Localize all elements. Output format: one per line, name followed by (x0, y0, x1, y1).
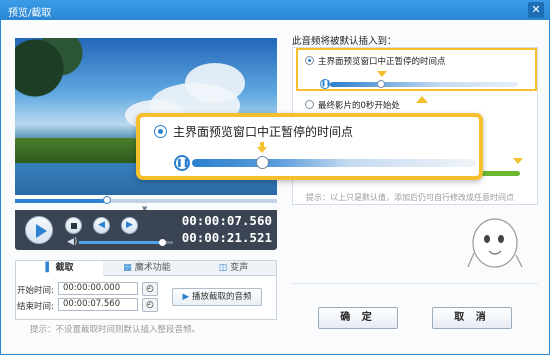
play-clip-label: 播放截取的音频 (192, 292, 252, 302)
seek-bar-thumb[interactable] (102, 196, 111, 204)
preview-tree (15, 38, 85, 138)
pause-point-track (330, 82, 518, 87)
zoom-callout: 主界面预览窗口中正暂停的时间点 ❚❚ (136, 113, 483, 180)
radio-selected[interactable] (305, 56, 314, 65)
end-time-field[interactable]: 00:00:07.560 (58, 298, 138, 311)
magic-icon: ▦ (123, 263, 132, 273)
clip-hint: 提示：不设置截取时间则默认插入整段音频。 (30, 325, 201, 335)
start-time-field[interactable]: 00:00:00.000 (58, 282, 138, 295)
pause-icon: ❚❚ (320, 79, 332, 89)
total-time: 00:00:21.521 (181, 230, 272, 245)
stop-button[interactable] (65, 217, 82, 234)
clock-icon[interactable]: ◴ (142, 298, 158, 312)
arrow-down-icon (257, 142, 267, 154)
play-button[interactable] (25, 216, 53, 244)
arrow-down-icon (513, 158, 523, 164)
volume-thumb[interactable] (158, 239, 166, 246)
cancel-button[interactable]: 取 消 (432, 307, 512, 329)
previous-frame-button[interactable]: ◀ (93, 217, 110, 234)
clock-icon[interactable]: ◴ (142, 282, 158, 296)
insert-hint: 提示：以上只是默认值，添加后仍可自行修改成任意时间点 (306, 193, 514, 202)
volume-slider[interactable] (79, 239, 173, 246)
time-display: 00:00:07.560 00:00:21.521 (178, 212, 274, 248)
rewind-icon: ◀ (98, 220, 105, 230)
ok-button[interactable]: 确 定 (318, 307, 398, 329)
arrow-down-icon (377, 71, 387, 77)
scissors-icon: ▌ (45, 263, 53, 273)
pause-icon: ❚❚ (174, 155, 190, 171)
play-clip-button[interactable]: ▶ 播放截取的音频 (172, 288, 262, 306)
radio-unselected[interactable] (305, 100, 314, 109)
end-time-label: 结束时间: (17, 302, 54, 312)
mascot-icon (467, 218, 523, 268)
radio-selected (154, 125, 167, 138)
insert-title: 此音频将被默认插入到： (292, 36, 397, 47)
preview-cloud (185, 63, 245, 103)
current-time: 00:00:07.560 (181, 213, 272, 228)
volume-fill (79, 241, 162, 244)
pause-point-thumb (377, 80, 385, 88)
arrow-up-icon (416, 96, 428, 103)
tab-voice[interactable]: ◫ 变声 (191, 261, 276, 276)
play-icon: ▶ (182, 292, 190, 302)
seek-bar-fill (15, 199, 107, 203)
tab-label: 变声 (230, 263, 249, 273)
tab-magic[interactable]: ▦ 魔术功能 (103, 261, 191, 276)
option-movie-start[interactable]: 最终影片的0秒开始处 (305, 99, 400, 111)
callout-option: 主界面预览窗口中正暂停的时间点 (154, 123, 353, 140)
player-controls: ◀ ▶ ◀) 00:00:07.560 00:00:21.521 (15, 210, 277, 250)
tab-bar: ▌ 截取 ▦ 魔术功能 ◫ 变声 (15, 260, 277, 276)
option-label: 主界面预览窗口中正暂停的时间点 (318, 57, 446, 67)
title-bar: 预览/截取 ✕ (0, 0, 550, 20)
forward-icon: ▶ (126, 220, 133, 230)
preview-grass (15, 138, 155, 163)
callout-label: 主界面预览窗口中正暂停的时间点 (173, 125, 354, 139)
tab-label: 截取 (55, 263, 74, 273)
window-title: 预览/截取 (8, 8, 52, 19)
voice-icon: ◫ (218, 263, 228, 273)
divider (292, 283, 538, 284)
volume-icon[interactable]: ◀) (67, 237, 77, 247)
start-time-label: 开始时间: (17, 286, 54, 296)
callout-track (192, 159, 476, 167)
seek-bar[interactable] (15, 196, 277, 204)
option-label: 最终影片的0秒开始处 (318, 101, 400, 111)
tab-label: 魔术功能 (134, 263, 171, 273)
option-pause-point[interactable]: 主界面预览窗口中正暂停的时间点 (305, 55, 446, 67)
callout-thumb (256, 156, 269, 169)
next-frame-button[interactable]: ▶ (121, 217, 138, 234)
close-icon[interactable]: ✕ (528, 2, 544, 18)
tab-clip[interactable]: ▌ 截取 (16, 261, 103, 276)
